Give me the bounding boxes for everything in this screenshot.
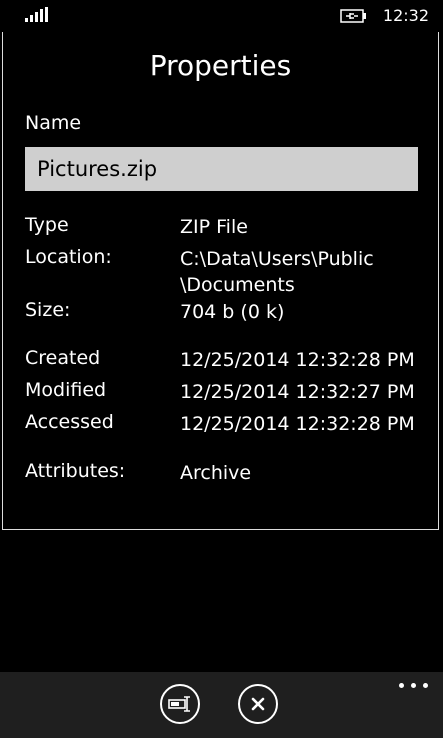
battery-charging-icon <box>340 9 366 23</box>
dialog-title: Properties <box>149 49 292 82</box>
cancel-button[interactable] <box>238 684 278 724</box>
more-icon[interactable] <box>397 674 431 694</box>
location-value: C:\Data\Users\Public \Documents <box>180 246 430 298</box>
status-bar: 12:32 <box>0 0 443 32</box>
location-value-line1: C:\Data\Users\Public <box>180 248 374 270</box>
modified-value: 12/25/2014 12:32:27 PM <box>180 381 415 403</box>
modified-label: Modified <box>25 379 107 401</box>
name-label: Name <box>25 112 82 134</box>
accessed-label: Accessed <box>25 411 114 433</box>
accessed-value: 12/25/2014 12:32:28 PM <box>180 413 415 435</box>
attributes-value: Archive <box>180 462 252 484</box>
created-value: 12/25/2014 12:32:28 PM <box>180 349 415 371</box>
cancel-icon <box>251 697 265 711</box>
properties-dialog: Properties Name Type ZIP File Location: … <box>2 32 439 530</box>
signal-strength-icon <box>25 7 49 22</box>
created-label: Created <box>25 347 101 369</box>
clock: 12:32 <box>382 6 429 25</box>
size-value: 704 b (0 k) <box>180 301 285 323</box>
rename-button[interactable] <box>160 684 200 724</box>
type-value: ZIP File <box>180 216 248 238</box>
attributes-label: Attributes: <box>25 460 126 482</box>
name-field[interactable] <box>25 147 418 191</box>
type-label: Type <box>25 214 69 236</box>
app-bar <box>0 672 443 738</box>
rename-icon <box>168 696 190 712</box>
size-label: Size: <box>25 299 71 321</box>
location-value-line2: \Documents <box>180 274 295 296</box>
location-label: Location: <box>25 246 112 268</box>
